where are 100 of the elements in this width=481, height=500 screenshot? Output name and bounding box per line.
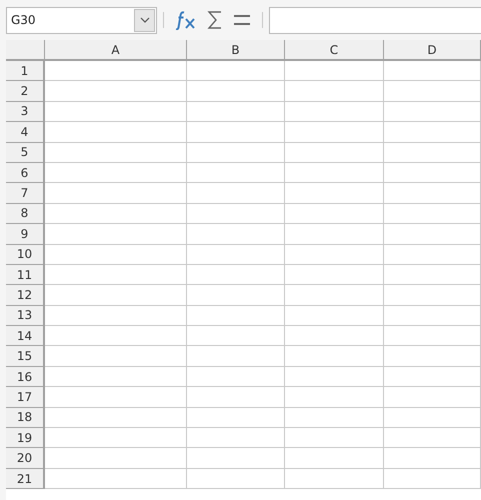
cell[interactable] bbox=[384, 448, 481, 469]
cell[interactable] bbox=[187, 285, 285, 306]
cell[interactable] bbox=[384, 285, 481, 306]
cell[interactable] bbox=[285, 61, 384, 82]
cell[interactable] bbox=[45, 142, 187, 163]
row-header[interactable]: 18 bbox=[6, 408, 45, 428]
cell[interactable] bbox=[285, 306, 384, 326]
row-header[interactable]: 7 bbox=[6, 183, 45, 204]
row-header[interactable]: 10 bbox=[6, 244, 45, 265]
cell[interactable] bbox=[45, 428, 187, 448]
cell[interactable] bbox=[45, 61, 187, 82]
cell[interactable] bbox=[45, 122, 187, 143]
cell[interactable] bbox=[45, 366, 187, 388]
row-header[interactable]: 12 bbox=[6, 285, 45, 306]
column-header[interactable]: B bbox=[187, 40, 285, 61]
cell[interactable] bbox=[384, 102, 481, 122]
row-header[interactable]: 13 bbox=[6, 306, 45, 326]
cell[interactable] bbox=[187, 122, 285, 143]
cell[interactable] bbox=[187, 204, 285, 224]
cell[interactable] bbox=[187, 346, 285, 367]
cell[interactable] bbox=[285, 448, 384, 469]
cell[interactable] bbox=[384, 122, 481, 143]
cell[interactable] bbox=[187, 387, 285, 408]
row-header[interactable]: 11 bbox=[6, 264, 45, 286]
cell[interactable] bbox=[384, 244, 481, 265]
cell[interactable] bbox=[45, 448, 187, 469]
cell[interactable] bbox=[285, 264, 384, 286]
cell[interactable] bbox=[45, 244, 187, 265]
cell[interactable] bbox=[45, 468, 187, 490]
cell[interactable] bbox=[45, 408, 187, 428]
cell[interactable] bbox=[285, 183, 384, 204]
column-header[interactable]: C bbox=[285, 40, 384, 61]
sum-button[interactable] bbox=[207, 10, 223, 30]
cell[interactable] bbox=[187, 264, 285, 286]
cell[interactable] bbox=[187, 162, 285, 184]
cell[interactable] bbox=[384, 408, 481, 428]
cell[interactable] bbox=[285, 468, 384, 490]
cell[interactable] bbox=[285, 204, 384, 224]
cell[interactable] bbox=[384, 204, 481, 224]
cell[interactable] bbox=[285, 326, 384, 346]
cell[interactable] bbox=[285, 224, 384, 245]
cell[interactable] bbox=[45, 387, 187, 408]
row-header[interactable]: 17 bbox=[6, 387, 45, 408]
cell[interactable] bbox=[285, 428, 384, 448]
cell[interactable] bbox=[45, 204, 187, 224]
cell[interactable] bbox=[187, 468, 285, 490]
cell[interactable] bbox=[285, 102, 384, 122]
cell[interactable] bbox=[384, 162, 481, 184]
dropdown-button[interactable] bbox=[134, 8, 155, 32]
formula-button[interactable] bbox=[233, 13, 251, 27]
cell[interactable] bbox=[45, 224, 187, 245]
column-header[interactable]: D bbox=[384, 40, 481, 61]
name-box-input[interactable]: G30 bbox=[7, 13, 134, 27]
cell[interactable] bbox=[285, 408, 384, 428]
formula-input[interactable] bbox=[269, 6, 481, 34]
row-header[interactable]: 5 bbox=[6, 142, 45, 163]
cell[interactable] bbox=[187, 448, 285, 469]
select-all-corner[interactable] bbox=[6, 40, 45, 61]
cell[interactable] bbox=[285, 366, 384, 388]
cell[interactable] bbox=[384, 326, 481, 346]
row-header[interactable]: 1 bbox=[6, 61, 45, 82]
row-header[interactable]: 15 bbox=[6, 346, 45, 367]
cell[interactable] bbox=[45, 183, 187, 204]
cell[interactable] bbox=[187, 142, 285, 163]
cell[interactable] bbox=[187, 61, 285, 82]
cell[interactable] bbox=[285, 346, 384, 367]
cell[interactable] bbox=[45, 81, 187, 102]
cell[interactable] bbox=[45, 102, 187, 122]
cell[interactable] bbox=[384, 346, 481, 367]
cell[interactable] bbox=[187, 102, 285, 122]
cell[interactable] bbox=[384, 428, 481, 448]
cell[interactable] bbox=[187, 183, 285, 204]
cell[interactable] bbox=[45, 264, 187, 286]
cell[interactable] bbox=[187, 366, 285, 388]
cell[interactable] bbox=[187, 81, 285, 102]
cell[interactable] bbox=[45, 326, 187, 346]
cell[interactable] bbox=[285, 285, 384, 306]
column-header[interactable]: A bbox=[45, 40, 187, 61]
cell[interactable] bbox=[187, 224, 285, 245]
cell[interactable] bbox=[384, 142, 481, 163]
cell[interactable] bbox=[187, 244, 285, 265]
cell[interactable] bbox=[285, 387, 384, 408]
function-wizard-button[interactable] bbox=[175, 10, 197, 30]
cell[interactable] bbox=[384, 468, 481, 490]
cell[interactable] bbox=[187, 408, 285, 428]
cell[interactable] bbox=[384, 306, 481, 326]
row-header[interactable]: 20 bbox=[6, 448, 45, 469]
cell[interactable] bbox=[384, 366, 481, 388]
cell[interactable] bbox=[187, 326, 285, 346]
cell[interactable] bbox=[187, 428, 285, 448]
row-header[interactable]: 14 bbox=[6, 326, 45, 346]
row-header[interactable]: 6 bbox=[6, 162, 45, 184]
row-header[interactable]: 16 bbox=[6, 366, 45, 388]
cell[interactable] bbox=[384, 81, 481, 102]
cell[interactable] bbox=[285, 142, 384, 163]
row-header[interactable]: 8 bbox=[6, 204, 45, 224]
cell[interactable] bbox=[384, 61, 481, 82]
cell[interactable] bbox=[285, 244, 384, 265]
row-header[interactable]: 19 bbox=[6, 428, 45, 448]
cell[interactable] bbox=[45, 306, 187, 326]
